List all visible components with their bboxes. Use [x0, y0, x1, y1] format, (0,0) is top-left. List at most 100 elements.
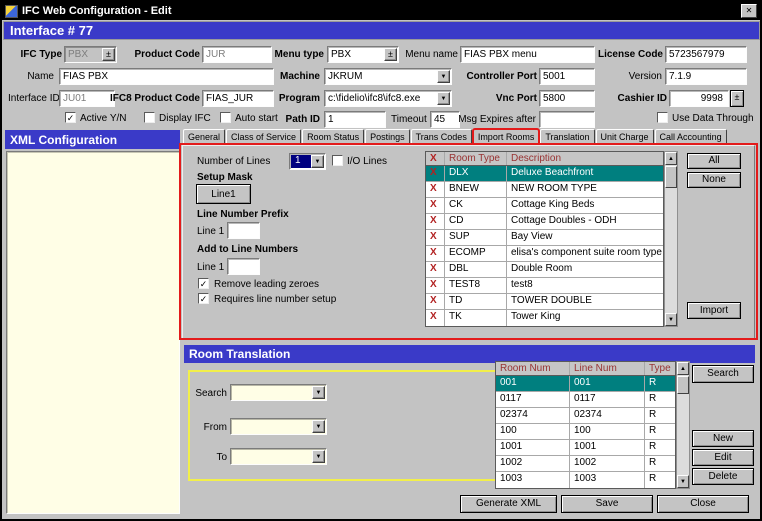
description-cell: Cottage King Beds: [507, 198, 663, 213]
io-lines-checkbox[interactable]: [332, 155, 343, 166]
table-row[interactable]: X TEST8 test8: [426, 278, 663, 294]
delete-mark-icon[interactable]: X: [426, 182, 445, 197]
name-field[interactable]: FIAS PBX: [59, 68, 274, 85]
room-types-scrollbar[interactable]: ▲ ▼: [664, 151, 678, 327]
tab-class-of-service[interactable]: Class of Service: [226, 129, 301, 146]
dropdown-icon[interactable]: ▼: [311, 155, 324, 168]
room-type-cell: TK: [445, 310, 507, 326]
cashier-id-spinner[interactable]: ±: [730, 90, 744, 107]
title-bar[interactable]: IFC Web Configuration - Edit ✕: [2, 2, 760, 20]
line1-button[interactable]: Line1: [196, 184, 251, 204]
vnc-port-field[interactable]: 5800: [539, 90, 595, 107]
scroll-up-icon[interactable]: ▲: [677, 362, 689, 375]
close-icon[interactable]: ✕: [741, 4, 757, 18]
dropdown-icon[interactable]: ▼: [312, 386, 325, 399]
type-cell: R: [645, 440, 675, 455]
import-button[interactable]: Import: [687, 302, 741, 319]
dropdown-icon[interactable]: ▼: [312, 420, 325, 433]
program-combobox[interactable]: c:\fidelio\ifc8\ifc8.exe ▼: [324, 90, 452, 107]
path-id-field[interactable]: 1: [324, 111, 386, 128]
number-of-lines-combobox[interactable]: 1 ▼: [289, 153, 326, 170]
table-row[interactable]: X SUP Bay View: [426, 230, 663, 246]
timeout-field[interactable]: 45: [430, 111, 460, 128]
delete-mark-icon[interactable]: X: [426, 246, 445, 261]
delete-mark-icon[interactable]: X: [426, 166, 445, 181]
generate-xml-button[interactable]: Generate XML: [460, 495, 557, 513]
to-combobox[interactable]: ▼: [230, 448, 327, 465]
dropdown-icon[interactable]: ▼: [312, 450, 325, 463]
xml-configuration-tree[interactable]: [6, 151, 180, 514]
remove-leading-zeroes-checkbox[interactable]: ✓: [198, 278, 209, 289]
tab-trans-codes[interactable]: Trans Codes: [411, 129, 472, 146]
close-button[interactable]: Close: [657, 495, 749, 513]
tab-import-rooms[interactable]: Import Rooms: [473, 129, 540, 146]
table-row[interactable]: X TD TOWER DOUBLE: [426, 294, 663, 310]
scrollbar-thumb[interactable]: [665, 166, 677, 188]
spin-icon[interactable]: ±: [102, 48, 115, 61]
delete-mark-icon[interactable]: X: [426, 294, 445, 309]
table-row[interactable]: X ECOMP elisa's component suite room typ…: [426, 246, 663, 262]
table-row[interactable]: X BNEW NEW ROOM TYPE: [426, 182, 663, 198]
search-combobox[interactable]: ▼: [230, 384, 327, 401]
table-row[interactable]: X CK Cottage King Beds: [426, 198, 663, 214]
table-row[interactable]: 1002 1002 R: [496, 456, 675, 472]
scrollbar-thumb[interactable]: [677, 376, 689, 394]
delete-mark-icon[interactable]: X: [426, 214, 445, 229]
all-button[interactable]: All: [687, 153, 741, 169]
room-type-cell: BNEW: [445, 182, 507, 197]
delete-mark-icon[interactable]: X: [426, 198, 445, 213]
table-row[interactable]: X TK Tower King: [426, 310, 663, 326]
controller-port-field[interactable]: 5001: [539, 68, 595, 85]
table-row[interactable]: 001 001 R: [496, 376, 675, 392]
edit-button[interactable]: Edit: [692, 449, 754, 466]
scroll-down-icon[interactable]: ▼: [665, 313, 677, 326]
active-yn-checkbox[interactable]: ✓: [65, 112, 76, 123]
ifc-type-combobox[interactable]: PBX ±: [64, 46, 117, 63]
table-row[interactable]: 1003 1003 R: [496, 472, 675, 488]
version-field[interactable]: 7.1.9: [665, 68, 747, 85]
machine-combobox[interactable]: JKRUM ▼: [324, 68, 452, 85]
tab-unit-charge[interactable]: Unit Charge: [596, 129, 654, 146]
search-button[interactable]: Search: [692, 365, 754, 383]
dropdown-icon[interactable]: ▼: [437, 92, 450, 105]
delete-mark-icon[interactable]: X: [426, 230, 445, 245]
delete-mark-icon[interactable]: X: [426, 262, 445, 277]
table-row[interactable]: 02374 02374 R: [496, 408, 675, 424]
menu-name-field[interactable]: FIAS PBX menu: [460, 46, 595, 63]
none-button[interactable]: None: [687, 172, 741, 188]
cashier-id-field[interactable]: 9998: [669, 90, 729, 107]
tab-room-status[interactable]: Room Status: [302, 129, 364, 146]
tab-translation[interactable]: Translation: [540, 129, 594, 146]
table-row[interactable]: 0117 0117 R: [496, 392, 675, 408]
room-translation-scrollbar[interactable]: ▲ ▼: [676, 361, 690, 489]
license-code-field[interactable]: 5723567979: [665, 46, 747, 63]
delete-mark-icon[interactable]: X: [426, 310, 445, 326]
line-prefix-input[interactable]: [227, 222, 260, 239]
table-row[interactable]: 100 100 R: [496, 424, 675, 440]
new-button[interactable]: New: [692, 430, 754, 447]
delete-mark-icon[interactable]: X: [426, 278, 445, 293]
save-button[interactable]: Save: [561, 495, 653, 513]
msg-expires-field[interactable]: [539, 111, 595, 128]
table-row[interactable]: 1001 1001 R: [496, 440, 675, 456]
ifc8-product-code-field[interactable]: FIAS_JUR: [202, 90, 274, 107]
tab-postings[interactable]: Postings: [365, 129, 410, 146]
from-combobox[interactable]: ▼: [230, 418, 327, 435]
spin-icon[interactable]: ±: [384, 48, 397, 61]
dropdown-icon[interactable]: ▼: [437, 70, 450, 83]
use-data-through-checkbox[interactable]: [657, 112, 668, 123]
scroll-down-icon[interactable]: ▼: [677, 475, 689, 488]
display-ifc-checkbox[interactable]: [144, 112, 155, 123]
table-row[interactable]: X DBL Double Room: [426, 262, 663, 278]
delete-button[interactable]: Delete: [692, 468, 754, 485]
scroll-up-icon[interactable]: ▲: [665, 152, 677, 165]
table-row[interactable]: X DLX Deluxe Beachfront: [426, 166, 663, 182]
tab-general[interactable]: General: [183, 129, 225, 146]
tab-call-accounting[interactable]: Call Accounting: [655, 129, 727, 146]
requires-line-number-setup-checkbox[interactable]: ✓: [198, 293, 209, 304]
column-header-room-num: Room Num: [496, 362, 570, 375]
menu-type-combobox[interactable]: PBX ±: [327, 46, 399, 63]
auto-start-checkbox[interactable]: [220, 112, 231, 123]
table-row[interactable]: X CD Cottage Doubles - ODH: [426, 214, 663, 230]
line-add-input[interactable]: [227, 258, 260, 275]
